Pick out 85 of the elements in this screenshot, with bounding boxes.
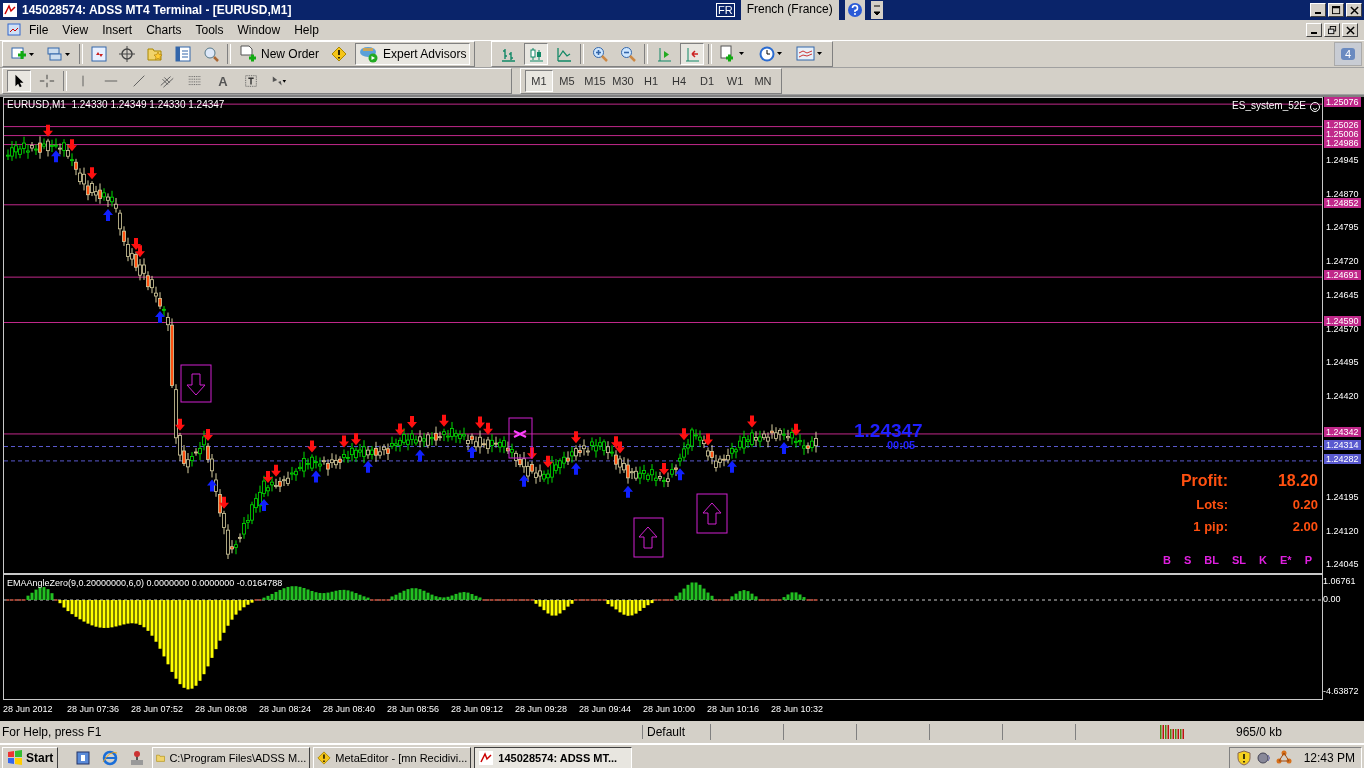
time-tick: 28 Jun 08:24 <box>259 703 313 714</box>
timeframe-button[interactable]: M15 <box>581 70 609 92</box>
chart-command[interactable]: B <box>1163 554 1171 566</box>
time-tick: 28 Jun 08:56 <box>387 703 441 714</box>
chart-header: EURUSD,M1 1.24330 1.24349 1.24330 1.24347 <box>7 99 225 110</box>
timeframe-button[interactable]: H1 <box>637 70 665 92</box>
price-level-label: 1.24590 <box>1324 315 1361 326</box>
price-tick: 1.24045 <box>1326 559 1359 570</box>
price-tick: 1.24120 <box>1326 525 1359 536</box>
taskbar-button[interactable]: MetaEditor - [mn Recidivi... <box>313 746 472 768</box>
bar-countdown: 00:05 <box>887 439 916 451</box>
chart-command[interactable]: E* <box>1280 554 1292 566</box>
price-level-label: 1.25006 <box>1324 128 1361 139</box>
menu-item[interactable]: File <box>22 23 56 37</box>
taskbar-button[interactable]: C:\Program Files\ADSS M... <box>152 746 311 768</box>
start-button[interactable]: Start <box>2 746 59 768</box>
price-tick: 1.24495 <box>1326 357 1359 368</box>
language-code[interactable]: FR <box>716 3 735 17</box>
expert-advisors-button[interactable]: Expert Advisors <box>355 43 471 65</box>
timeframe-button[interactable]: W1 <box>721 70 749 92</box>
text-tool-button[interactable]: A <box>211 70 235 92</box>
timeframe-button[interactable]: MN <box>749 70 777 92</box>
time-tick: 28 Jun 08:08 <box>195 703 249 714</box>
price-tick: 1.24645 <box>1326 289 1359 300</box>
time-tick: 28 Jun 10:16 <box>707 703 761 714</box>
price-level-label: 1.25026 <box>1324 119 1361 130</box>
price-tick: 1.24420 <box>1326 390 1359 401</box>
price-tick: 1.24945 <box>1326 155 1359 165</box>
stat-label: Profit: <box>1180 472 1228 490</box>
menu-item[interactable]: Tools <box>188 23 231 37</box>
timeframe-button[interactable]: D1 <box>693 70 721 92</box>
chart-command[interactable]: P <box>1304 554 1312 566</box>
indicator-header: EMAAngleZero(9,0.20000000,6,0) 0.0000000 0.0000000 -0.0164788 <box>7 578 283 588</box>
bid-price: 1.24347 <box>854 420 923 441</box>
timeframe-button[interactable]: M30 <box>609 70 637 92</box>
chart-command[interactable]: S <box>1184 554 1192 566</box>
chart-command[interactable]: BL <box>1204 554 1219 566</box>
price-level-label: 1.24691 <box>1324 270 1361 281</box>
stat-label: 1 pip: <box>1192 519 1228 534</box>
price-tick: 1.24795 <box>1326 222 1359 233</box>
chart-command[interactable]: K <box>1259 554 1268 566</box>
timeframe-button[interactable]: M5 <box>553 70 581 92</box>
menu-item[interactable]: Help <box>287 23 326 37</box>
timeframe-button[interactable]: H4 <box>665 70 693 92</box>
menu-item[interactable]: View <box>55 23 96 37</box>
price-level-label: 1.25076 <box>1324 97 1361 108</box>
time-tick: 28 Jun 07:36 <box>67 703 121 714</box>
clock: 12:43 PM <box>1303 750 1355 765</box>
menu-item[interactable]: Window <box>230 23 288 37</box>
stat-value: 2.00 <box>1291 519 1318 534</box>
price-tick: 1.24570 <box>1326 323 1359 334</box>
price-level-label: 1.24986 <box>1324 137 1361 148</box>
price-level-label: 1.24314 <box>1324 439 1361 450</box>
price-tick: 1.24870 <box>1326 188 1359 199</box>
time-tick: 28 Jun 10:32 <box>771 703 825 714</box>
profile-name: Default <box>642 725 710 739</box>
expert-name: ES_system_52E <box>1232 100 1306 111</box>
time-tick: 28 Jun 08:40 <box>323 703 377 714</box>
price-level-label: 1.24852 <box>1324 197 1361 208</box>
stat-value: 0.20 <box>1291 497 1318 512</box>
price-tick: 1.24195 <box>1326 492 1359 502</box>
price-level-label: 1.24342 <box>1324 426 1361 437</box>
time-tick: 28 Jun 2012 <box>3 703 54 714</box>
menu-item[interactable]: Charts <box>139 23 189 37</box>
indicator-tick: 0.00 <box>1323 594 1342 604</box>
stat-label: Lots: <box>1195 497 1228 512</box>
price-level-label: 1.24282 <box>1324 453 1361 464</box>
stat-value: 18.20 <box>1276 472 1318 490</box>
timeframe-button[interactable]: M1 <box>525 70 553 92</box>
price-tick: 1.24720 <box>1326 256 1359 267</box>
time-tick: 28 Jun 10:00 <box>643 703 697 714</box>
taskbar-button[interactable]: 145028574: ADSS MT... <box>474 746 633 768</box>
traffic-text: 965/0 kb <box>1236 725 1283 739</box>
time-tick: 28 Jun 09:28 <box>515 703 569 714</box>
time-tick: 28 Jun 07:52 <box>131 703 185 714</box>
window-title: 145028574: ADSS MT4 Terminal - [EURUSD,M1] <box>22 3 293 17</box>
time-tick: 28 Jun 09:12 <box>451 703 505 714</box>
new-order-button[interactable]: New Order <box>235 43 323 65</box>
indicator-tick: -4.63872 <box>1323 686 1360 696</box>
menu-item[interactable]: Insert <box>95 23 140 37</box>
time-tick: 28 Jun 09:44 <box>579 703 633 714</box>
chart-command[interactable]: SL <box>1232 554 1247 566</box>
indicator-tick: 1.06761 <box>1323 576 1357 586</box>
language-name[interactable]: French (France) <box>740 0 839 20</box>
help-text: For Help, press F1 <box>1 725 103 739</box>
